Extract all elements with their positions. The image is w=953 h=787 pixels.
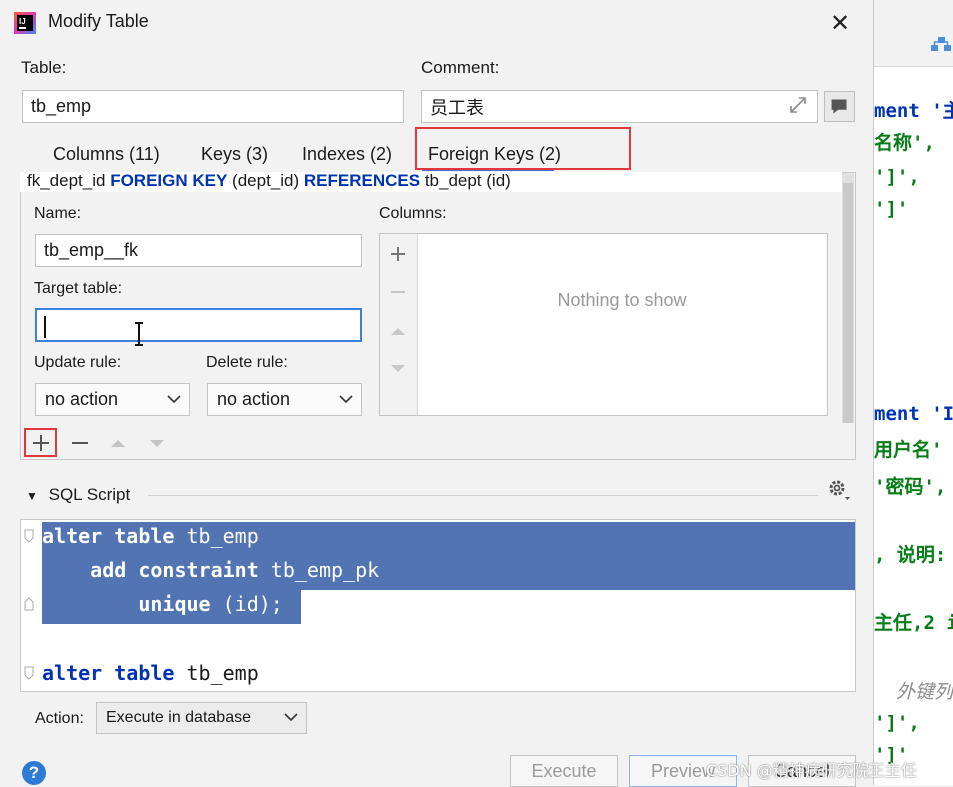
editor-toolbar (874, 0, 953, 67)
delete-rule-label: Delete rule: (206, 354, 288, 371)
fk-name-label: Name: (34, 205, 82, 222)
fold-marker-icon[interactable] (24, 666, 34, 680)
editor-line: ']', (874, 712, 920, 734)
table-name-field[interactable]: tb_emp (22, 90, 404, 123)
sql-line: unique (id); (42, 592, 283, 616)
collapse-triangle-icon: ▼ (26, 489, 38, 503)
fk-list-scrollbar[interactable] (842, 173, 854, 423)
watermark-text: CSDN @精神病研究院王主任 (706, 761, 917, 780)
chevron-down-icon (284, 713, 298, 722)
editor-line: ']' (874, 198, 909, 220)
tab-columns[interactable]: Columns (11) (53, 144, 160, 165)
sql-text: tb_emp (174, 524, 259, 548)
sql-text: tb_emp_pk (258, 558, 380, 582)
action-value: Execute in database (106, 709, 251, 726)
comment-editor-button[interactable] (824, 91, 855, 122)
move-down-icon[interactable] (388, 358, 408, 378)
table-label: Table: (21, 58, 67, 77)
editor-line: 用户名' (874, 439, 943, 461)
sql-keyword: unique (42, 592, 211, 616)
editor-comment: 外键列 (896, 681, 953, 703)
sql-line: alter table tb_emp (42, 524, 259, 548)
action-select[interactable]: Execute in database (96, 702, 307, 734)
comment-field[interactable]: 员工表 (421, 90, 818, 123)
gear-icon[interactable] (826, 477, 852, 503)
sql-text: tb_emp (174, 661, 259, 685)
sql-script-title: SQL Script (48, 485, 131, 504)
move-up-icon[interactable] (108, 433, 128, 453)
target-table-label: Target table: (34, 280, 123, 297)
speech-bubble-icon (831, 99, 847, 114)
title-bar[interactable]: IJ Modify Table ✕ (0, 0, 873, 46)
svg-text:IJ: IJ (19, 17, 26, 26)
sql-keyword: alter table (42, 524, 175, 548)
remove-foreign-key-icon[interactable] (70, 433, 90, 453)
chevron-down-icon (339, 394, 353, 403)
sql-keyword: alter table (42, 661, 175, 685)
delete-rule-value: no action (217, 389, 291, 409)
action-label: Action: (35, 710, 84, 727)
columns-label: Columns: (379, 205, 447, 222)
sql-script-editor[interactable]: alter table tb_emp add constraint tb_emp… (20, 519, 856, 692)
update-rule-select[interactable]: no action (35, 383, 190, 416)
comment-label: Comment: (421, 58, 500, 77)
fold-marker-icon[interactable] (24, 529, 34, 543)
empty-columns-text: Nothing to show (557, 290, 687, 310)
dialog-title: Modify Table (48, 11, 149, 31)
target-table-field[interactable] (35, 308, 362, 342)
execute-button[interactable]: Execute (510, 755, 618, 787)
database-structure-icon[interactable] (931, 36, 951, 52)
editor-line: ment '主 (874, 100, 953, 122)
add-column-icon[interactable] (388, 244, 408, 264)
annotation-highlight-box (415, 127, 631, 170)
sql-line: add constraint tb_emp_pk (42, 558, 379, 582)
move-up-icon[interactable] (388, 321, 408, 341)
fk-columns-list: Nothing to show (379, 233, 828, 416)
fk-list-row[interactable]: fk_dept_id FOREIGN KEY (dept_id) REFEREN… (20, 172, 842, 192)
sql-keyword: add constraint (42, 558, 259, 582)
fk-references-keyword: REFERENCES (303, 172, 421, 190)
editor-line: ment 'I (874, 403, 953, 425)
intellij-app-icon: IJ (14, 12, 36, 34)
chevron-down-icon (167, 394, 181, 403)
expand-icon[interactable] (787, 94, 809, 116)
fk-name-field[interactable]: tb_emp__fk (35, 234, 362, 267)
scrollbar-thumb[interactable] (843, 183, 853, 423)
divider (148, 495, 818, 496)
sql-line: alter table tb_emp (42, 661, 259, 685)
columns-toolbar (380, 234, 418, 415)
sql-script-toggle[interactable]: ▼ SQL Script (26, 485, 130, 505)
remove-column-icon[interactable] (388, 282, 408, 302)
fk-target: tb_dept (id) (424, 172, 511, 190)
tab-keys[interactable]: Keys (3) (201, 144, 268, 165)
move-down-icon[interactable] (147, 433, 167, 453)
ibeam-cursor-icon (135, 322, 143, 346)
fk-name: fk_dept_id (27, 172, 106, 190)
sql-text: (id); (210, 592, 283, 616)
editor-line: 主任,2 i (874, 612, 953, 634)
editor-line: '密码', (874, 476, 947, 498)
delete-rule-select[interactable]: no action (207, 383, 362, 416)
help-button[interactable]: ? (22, 761, 46, 785)
update-rule-label: Update rule: (34, 354, 122, 371)
fold-marker-icon[interactable] (24, 597, 34, 611)
editor-line: 名称', (874, 132, 935, 154)
editor-line: , 说明: (874, 544, 947, 566)
tab-indexes[interactable]: Indexes (2) (302, 144, 392, 165)
update-rule-value: no action (45, 389, 119, 409)
fk-columns: (dept_id) (232, 172, 300, 190)
text-caret (44, 316, 46, 338)
annotation-highlight-box (24, 428, 57, 457)
close-button[interactable]: ✕ (825, 8, 855, 38)
editor-line: ']', (874, 166, 920, 188)
fk-keyword: FOREIGN KEY (110, 172, 228, 190)
background-editor: ment '主 名称', ']', ']' ment 'I 用户名' '密码',… (873, 0, 953, 785)
modify-table-dialog: IJ Modify Table ✕ Table: tb_emp Comment:… (0, 0, 873, 787)
